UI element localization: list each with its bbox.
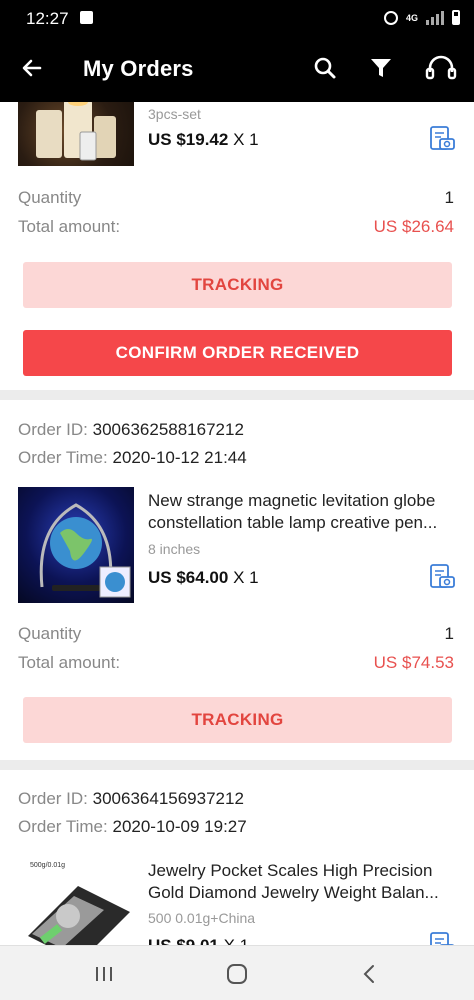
status-time: 12:27 <box>26 9 69 28</box>
product-variant: 500 0.01g+China <box>148 910 256 926</box>
signal-icon <box>426 10 444 25</box>
home-icon[interactable] <box>225 962 249 986</box>
back-nav-icon[interactable] <box>358 962 382 986</box>
order-id: Order ID: 3006362588167212 <box>18 420 244 439</box>
review-photo-icon[interactable] <box>428 930 456 945</box>
total-amount-label: Total amount: <box>18 653 121 672</box>
order-time: Order Time: 2020-10-12 21:44 <box>18 448 247 467</box>
total-amount-value: US $26.64 <box>373 217 454 236</box>
product-variant: 3pcs-set <box>148 106 201 122</box>
product-image-scale[interactable]: 500g/0.01g <box>18 856 134 945</box>
tracking-button[interactable]: TRACKING <box>23 697 452 743</box>
system-nav-bar <box>0 945 474 1000</box>
thumb-caption: 500g/0.01g <box>30 862 66 869</box>
order-card: 3pcs-set US $19.42 X 1 Quantity 1 Total … <box>0 102 474 390</box>
page-title: My Orders <box>83 56 194 81</box>
product-image-candles[interactable] <box>18 102 134 166</box>
order-id: Order ID: 3006364156937212 <box>18 789 244 808</box>
network-type: 4G <box>405 12 418 23</box>
candles-illustration <box>36 102 116 161</box>
app-bar: My Orders <box>0 36 474 102</box>
review-photo-icon[interactable] <box>428 562 456 590</box>
review-photo-icon[interactable] <box>428 124 456 152</box>
scale-illustration <box>28 886 130 945</box>
order-card: Order ID: 3006362588167212 Order Time: 2… <box>0 400 474 760</box>
product-price: US $9.01 X 1 <box>148 936 249 945</box>
quantity-value: 1 <box>444 188 454 207</box>
status-bar: 12:27 4G <box>0 0 474 36</box>
total-amount-value: US $74.53 <box>373 653 454 672</box>
filter-icon[interactable] <box>368 55 394 81</box>
back-arrow-icon[interactable] <box>20 56 44 80</box>
order-card: Order ID: 3006364156937212 Order Time: 2… <box>0 770 474 945</box>
battery-icon <box>452 10 460 25</box>
product-image-globe[interactable] <box>18 487 134 603</box>
quantity-label: Quantity <box>18 624 82 643</box>
confirm-order-received-button[interactable]: CONFIRM ORDER RECEIVED <box>23 330 452 376</box>
order-time: Order Time: 2020-10-09 19:27 <box>18 817 247 836</box>
tracking-button[interactable]: TRACKING <box>23 262 452 308</box>
globe-illustration <box>39 503 131 598</box>
headset-icon[interactable] <box>425 55 457 81</box>
recent-apps-icon[interactable] <box>92 962 116 986</box>
quantity-value: 1 <box>444 624 454 643</box>
orders-list[interactable]: 3pcs-set US $19.42 X 1 Quantity 1 Total … <box>0 102 474 945</box>
notification-icon <box>80 11 93 24</box>
quantity-label: Quantity <box>18 188 82 207</box>
alarm-icon <box>383 10 398 25</box>
product-price: US $19.42 X 1 <box>148 130 259 149</box>
search-icon[interactable] <box>312 55 338 81</box>
total-amount-label: Total amount: <box>18 217 121 236</box>
product-name[interactable]: Jewelry Pocket Scales High Precision Gol… <box>148 860 458 904</box>
product-name[interactable]: New strange magnetic levitation globe co… <box>148 490 458 534</box>
product-variant: 8 inches <box>148 541 201 557</box>
product-price: US $64.00 X 1 <box>148 568 259 587</box>
